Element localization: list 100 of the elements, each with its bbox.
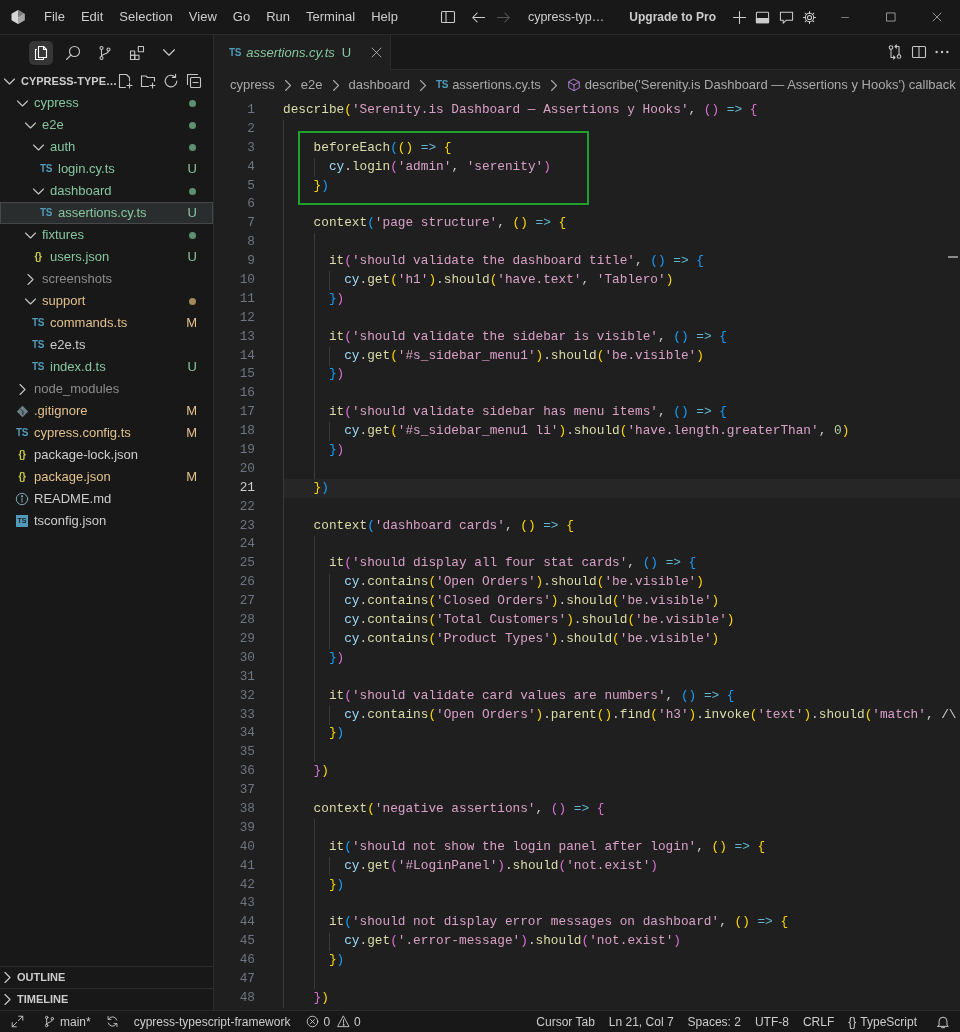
tree-item[interactable]: node_modules	[0, 378, 213, 400]
menu-item[interactable]: Terminal	[298, 4, 364, 30]
menu-item[interactable]: Run	[258, 4, 298, 30]
menu-item[interactable]: Help	[363, 4, 406, 30]
menu-item[interactable]: Go	[224, 4, 259, 30]
close-icon[interactable]	[371, 47, 383, 58]
tree-item[interactable]: cypress	[0, 92, 213, 114]
sync-icon[interactable]	[105, 1015, 119, 1028]
braces-icon: {}	[18, 472, 26, 482]
tree-item[interactable]: support	[0, 290, 213, 312]
collapse-icon[interactable]	[185, 73, 202, 89]
chevron-right-icon	[419, 79, 426, 91]
section-header[interactable]: CYPRESS-TYPE…	[0, 70, 117, 92]
breadcrumb-item[interactable]: describe('Serenity.is Dashboard — Assertions y Hooks') callback	[566, 74, 956, 96]
menu-item[interactable]: View	[180, 4, 225, 30]
upgrade-button[interactable]: Upgrade to Pro	[625, 5, 720, 29]
line-number: 24	[239, 536, 255, 552]
scrollbar-marker	[948, 256, 958, 258]
editor-tab[interactable]: TS assertions.cy.ts U	[214, 35, 392, 70]
status-item[interactable]: Spaces: 2	[680, 1011, 748, 1032]
panel-header[interactable]: TIMELINE	[0, 989, 69, 1010]
tree-item[interactable]: {} users.json U	[0, 246, 213, 268]
plus-icon[interactable]	[732, 9, 747, 25]
tree-item[interactable]: TS login.cy.ts U	[0, 158, 213, 180]
panel-layout-icon[interactable]	[755, 9, 770, 25]
language-status[interactable]: {} TypeScript	[841, 1011, 924, 1032]
view-tab[interactable]	[29, 40, 53, 65]
tree-item[interactable]: {} package.json M	[0, 466, 213, 488]
tree-item[interactable]: screenshots	[0, 268, 213, 290]
maximize-icon	[886, 12, 896, 22]
code-line: beforeEach(() => {	[313, 139, 452, 155]
line-number: 40	[239, 838, 255, 854]
workspace-status[interactable]: cypress-typescript-framework	[128, 1011, 296, 1032]
ts-file-icon: TS	[435, 80, 449, 90]
status-letter: M	[186, 314, 197, 333]
tree-item[interactable]: TS commands.ts M	[0, 312, 213, 334]
settings-icon[interactable]	[802, 9, 817, 25]
menu-item[interactable]: File	[36, 4, 73, 30]
breadcrumb-item[interactable]: dashboard	[348, 74, 410, 96]
diamond-icon	[15, 404, 29, 418]
line-number: 23	[239, 517, 255, 533]
chat-bubble-icon[interactable]	[779, 9, 794, 25]
chevron-down-icon[interactable]	[163, 49, 175, 56]
line-number: 36	[239, 763, 255, 779]
bell-icon[interactable]	[936, 1014, 950, 1029]
status-item[interactable]: CRLF	[795, 1011, 842, 1032]
breadcrumb-item[interactable]: cypress	[230, 74, 275, 96]
branch-status[interactable]: main*	[38, 1011, 96, 1032]
code-line: context('negative assertions', () => {	[313, 800, 605, 816]
tree-item[interactable]: e2e	[0, 114, 213, 136]
tree-item[interactable]: TS assertions.cy.ts U	[0, 202, 213, 224]
line-number: 31	[239, 668, 255, 684]
compare-icon[interactable]	[887, 44, 903, 60]
line-number: 32	[239, 687, 255, 703]
line-number: 9	[247, 253, 255, 269]
tree-item[interactable]: TS cypress.config.ts M	[0, 422, 213, 444]
refresh-icon[interactable]	[162, 73, 179, 89]
tree-item[interactable]: TS index.d.ts U	[0, 356, 213, 378]
tree-item[interactable]: TS e2e.ts	[0, 334, 213, 356]
code-line: })	[313, 479, 329, 495]
breadcrumb-item[interactable]: TS assertions.cy.ts	[435, 74, 541, 96]
tree-item[interactable]: dashboard	[0, 180, 213, 202]
tree-item[interactable]: README.md	[0, 488, 213, 510]
tree-item[interactable]: fixtures	[0, 224, 213, 246]
status-item[interactable]: UTF-8	[747, 1011, 796, 1032]
status-item[interactable]: Ln 21, Col 7	[601, 1011, 681, 1032]
line-number: 20	[239, 460, 255, 476]
warning-icon	[337, 1015, 351, 1028]
line-number: 10	[239, 272, 255, 287]
line-number: 39	[239, 819, 255, 835]
line-number: 41	[239, 857, 255, 873]
status-letter: U	[187, 204, 197, 223]
status-item[interactable]: Cursor Tab	[529, 1011, 602, 1032]
menu-item[interactable]: Edit	[72, 4, 112, 30]
command-center[interactable]: cypress-typ…	[523, 5, 609, 29]
menu-item[interactable]: Selection	[111, 4, 181, 30]
new-file-icon[interactable]	[116, 73, 133, 89]
chevron-right-icon	[332, 79, 339, 91]
line-number: 25	[239, 555, 255, 571]
code-line: it('should not show the login panel after login', () => {	[328, 838, 766, 854]
more-icon[interactable]	[935, 50, 949, 54]
breadcrumb-item[interactable]: e2e	[300, 74, 323, 96]
line-number: 43	[239, 895, 255, 911]
tree-item[interactable]: {} package-lock.json	[0, 444, 213, 466]
problems-status[interactable]: 0 0	[301, 1011, 366, 1032]
line-number: 33	[239, 706, 255, 722]
line-number: 34	[239, 725, 255, 741]
code-line: it('should display all four stat cards', () => {	[328, 555, 697, 571]
ts-file-icon: TS	[15, 428, 29, 438]
chevron-right-icon	[4, 994, 11, 1005]
panel-header[interactable]: OUTLINE	[0, 967, 66, 988]
tree-item[interactable]: auth	[0, 136, 213, 158]
code-line: })	[328, 952, 345, 968]
code-line: cy.contains('Total Customers').should('be.visible')	[344, 612, 735, 628]
split-editor-icon[interactable]	[911, 44, 927, 60]
sidebar-layout-icon[interactable]	[439, 9, 456, 25]
new-folder-icon[interactable]	[139, 73, 156, 89]
tree-item[interactable]: .gitignore M	[0, 400, 213, 422]
line-number: 1	[247, 102, 255, 117]
line-number: 8	[247, 234, 255, 250]
